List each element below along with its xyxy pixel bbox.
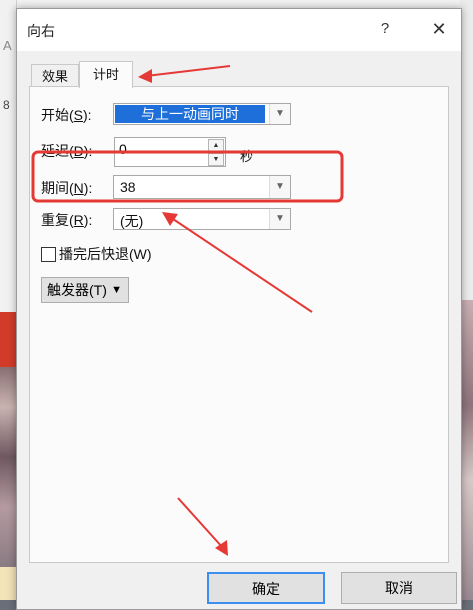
background-slide-red	[0, 312, 16, 367]
background-glyph-a: A	[3, 38, 12, 53]
double-chevron-down-icon: ▼	[111, 284, 122, 296]
rewind-checkbox[interactable]	[41, 247, 56, 262]
start-label: 开始(S):	[41, 107, 92, 123]
repeat-select[interactable]: (无) ▼	[113, 208, 291, 230]
spin-up-icon[interactable]: ▲	[208, 139, 224, 152]
background-glyph-8: 8	[3, 98, 10, 112]
rewind-label[interactable]: 播完后快退(W)	[59, 244, 152, 264]
title-bar: 向右 ? ✕	[17, 9, 461, 51]
duration-value: 38	[120, 179, 136, 195]
help-button[interactable]: ?	[373, 17, 397, 41]
background-slide-yellow	[0, 567, 16, 600]
close-button[interactable]: ✕	[427, 17, 451, 41]
duration-label: 期间(N):	[41, 180, 93, 196]
spin-down-icon[interactable]: ▼	[208, 153, 224, 166]
tab-effect[interactable]: 效果	[31, 64, 79, 88]
repeat-label: 重复(R):	[41, 212, 93, 228]
tab-timing[interactable]: 计时	[79, 61, 133, 88]
cancel-button[interactable]: 取消	[341, 572, 457, 604]
delay-stepper[interactable]: 0 ▲ ▼	[114, 137, 226, 167]
delay-label: 延迟(D):	[41, 143, 93, 159]
duration-select[interactable]: 38 ▼	[113, 175, 291, 199]
ok-button[interactable]: 确定	[207, 572, 325, 604]
trigger-button[interactable]: 触发器(T) ▼	[41, 277, 129, 303]
start-select[interactable]: 与上一动画同时 ▼	[113, 103, 291, 125]
animation-dialog: 向右 ? ✕ 效果 计时 开始(S): 与上一动画同时 ▼ 延迟(D): 0 ▲…	[16, 8, 462, 610]
chevron-down-icon: ▼	[269, 104, 290, 124]
dialog-title: 向右	[27, 23, 55, 39]
delay-unit: 秒	[240, 149, 254, 164]
chevron-down-icon: ▼	[269, 176, 290, 198]
start-select-value: 与上一动画同时	[115, 105, 265, 123]
background-slide-photo	[0, 367, 16, 567]
delay-value: 0	[119, 141, 127, 157]
trigger-label: 触发器(T)	[47, 282, 107, 298]
chevron-down-icon: ▼	[269, 209, 290, 229]
repeat-value: (无)	[120, 213, 144, 229]
